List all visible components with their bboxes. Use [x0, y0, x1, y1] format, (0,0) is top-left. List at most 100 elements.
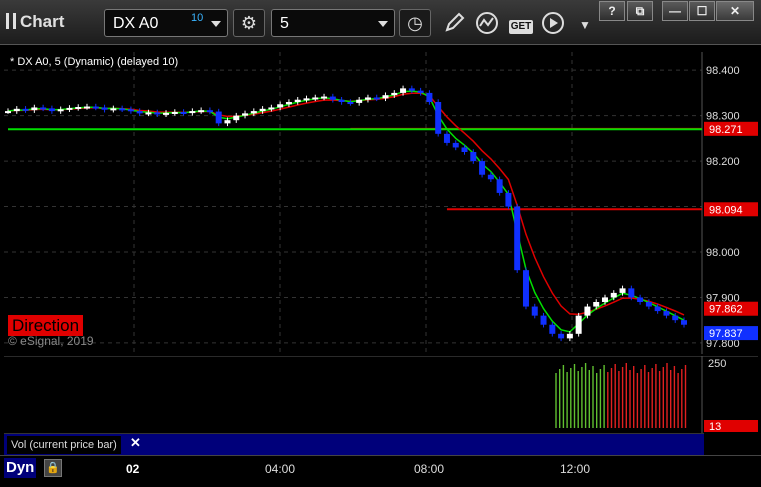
- price-flag-label: 98.271: [709, 124, 743, 136]
- interval-input[interactable]: 5: [271, 9, 395, 37]
- chevron-down-icon: ▼: [579, 18, 591, 32]
- candle-body: [312, 97, 319, 100]
- candle-body: [136, 111, 143, 114]
- chart-window-icon: [6, 13, 16, 29]
- draw-tool-button[interactable]: [440, 9, 468, 37]
- candle-body: [31, 107, 38, 111]
- candle-body: [382, 95, 389, 99]
- close-icon: ✕: [729, 4, 741, 18]
- candle-body: [277, 104, 284, 108]
- app-title-text: Chart: [20, 12, 65, 31]
- help-icon: ?: [608, 4, 616, 18]
- candle-body: [154, 112, 161, 115]
- lock-icon[interactable]: 🔒: [44, 459, 62, 477]
- candle-body: [75, 107, 82, 109]
- volume-label-bar: Vol (current price bar) ✕: [4, 433, 704, 456]
- slow-moving-average: [7, 92, 685, 316]
- more-menu-button[interactable]: ▼: [571, 9, 599, 37]
- help-button[interactable]: ?: [599, 1, 625, 21]
- candle-body: [487, 174, 494, 180]
- interval-value: 5: [280, 15, 289, 32]
- pencil-icon: [445, 12, 465, 32]
- get-button[interactable]: GET: [506, 9, 536, 37]
- symbol-input[interactable]: DX A0 10: [104, 9, 228, 37]
- time-axis-svg: 02 04:00 08:00 12:00: [126, 462, 590, 476]
- volume-flag-label: 13: [709, 421, 721, 433]
- price-tick-label: 98.300: [706, 111, 740, 123]
- candle-body: [347, 102, 354, 104]
- copyright-text: © eSignal, 2019: [8, 334, 94, 348]
- candle-body: [294, 99, 301, 102]
- candle-body: [645, 302, 652, 307]
- candle-body: [443, 133, 450, 143]
- play-button[interactable]: [539, 9, 567, 37]
- candle-body: [584, 306, 591, 316]
- symbol-dropdown-icon[interactable]: [211, 21, 221, 27]
- candle-body: [84, 106, 91, 109]
- candle-body: [417, 90, 424, 93]
- candle-body: [268, 107, 275, 110]
- settings-gear-button[interactable]: ⚙: [233, 9, 265, 37]
- volume-chart[interactable]: 250 13: [4, 356, 758, 433]
- candle-body: [654, 306, 661, 312]
- candle-body: [66, 107, 73, 110]
- time-axis-label: 04:00: [265, 462, 295, 476]
- studies-button[interactable]: [473, 9, 501, 37]
- close-study-icon[interactable]: ✕: [130, 435, 141, 451]
- price-chart[interactable]: 98.40098.30098.20098.10098.00097.90097.8…: [4, 52, 758, 354]
- title-bar: Chart DX A0 10 ⚙ 5 ◷ GET ▼ ? ⧉ — ☐ ✕: [0, 0, 761, 45]
- candle-body: [496, 179, 503, 193]
- price-flag-label: 98.094: [709, 204, 743, 216]
- time-axis: 02 04:00 08:00 12:00: [0, 455, 761, 482]
- candle-body: [224, 120, 231, 124]
- candle-body: [505, 192, 512, 207]
- close-button[interactable]: ✕: [716, 1, 754, 21]
- dyn-label[interactable]: Dyn: [4, 458, 37, 478]
- candle-body: [575, 315, 582, 334]
- candle-body: [206, 110, 213, 113]
- candle-body: [303, 98, 310, 101]
- candle-body: [391, 92, 398, 96]
- restore-icon: ⧉: [635, 4, 645, 18]
- price-tick-label: 98.200: [706, 156, 740, 168]
- minimize-button[interactable]: —: [662, 1, 688, 21]
- maximize-icon: ☐: [696, 4, 708, 18]
- candle-body: [637, 297, 644, 302]
- candle-body: [242, 113, 249, 116]
- candle-body: [479, 161, 486, 175]
- price-tick-label: 98.000: [706, 247, 740, 259]
- clock-icon: ◷: [407, 13, 423, 33]
- candle-body: [461, 147, 468, 152]
- maximize-button[interactable]: ☐: [689, 1, 715, 21]
- candle-body: [180, 112, 187, 114]
- candle-body: [408, 88, 415, 91]
- candle-body: [57, 109, 64, 112]
- candle-body: [92, 106, 99, 109]
- time-axis-label: 02: [126, 462, 140, 476]
- candle-body: [426, 92, 433, 102]
- candle-body: [22, 108, 29, 111]
- candle-body: [189, 111, 196, 114]
- price-flag-label: 97.837: [709, 328, 743, 340]
- candle-body: [285, 102, 292, 105]
- restore-layout-button[interactable]: ⧉: [627, 1, 653, 21]
- candle-body: [601, 297, 608, 302]
- candle-body: [250, 111, 257, 114]
- gear-icon: ⚙: [240, 13, 258, 33]
- candle-body: [514, 206, 521, 271]
- interval-dropdown-icon[interactable]: [378, 21, 388, 27]
- time-button[interactable]: ◷: [399, 9, 431, 37]
- candle-body: [321, 96, 328, 99]
- volume-tick-label: 250: [708, 358, 726, 370]
- fast-moving-average: [7, 90, 685, 333]
- candle-body: [5, 111, 11, 114]
- candle-body: [522, 270, 529, 307]
- candle-body: [127, 109, 134, 112]
- get-icon: GET: [508, 20, 534, 34]
- candle-body: [48, 108, 55, 112]
- candle-body: [364, 97, 371, 100]
- candle-body: [540, 315, 547, 325]
- wave-chart-icon: [476, 12, 498, 34]
- candle-body: [619, 288, 626, 293]
- volume-study-label[interactable]: Vol (current price bar): [7, 436, 121, 454]
